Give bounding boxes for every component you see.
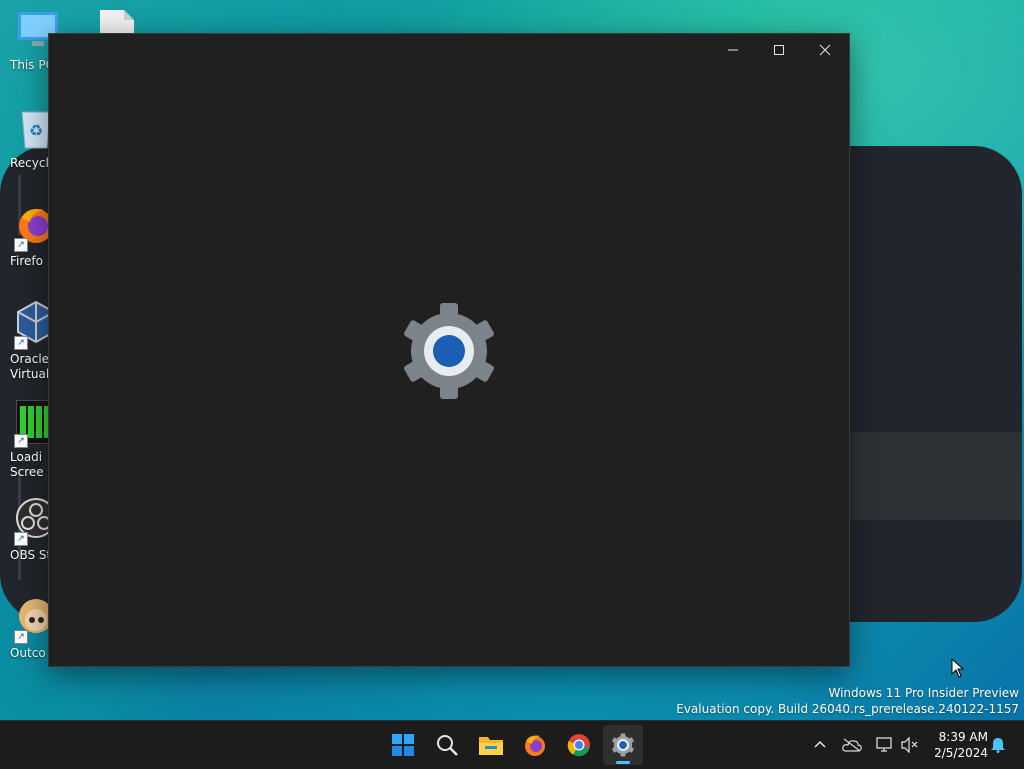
search-icon <box>437 735 458 756</box>
network-button[interactable] <box>872 733 896 757</box>
file-explorer-button[interactable] <box>471 725 511 765</box>
maximize-icon <box>774 45 784 55</box>
mouse-cursor-icon <box>951 657 965 678</box>
file-icon[interactable] <box>100 10 134 34</box>
minimize-icon <box>728 49 738 51</box>
chevron-up-icon <box>814 740 826 748</box>
firefox-icon <box>525 735 545 756</box>
onedrive-icon <box>842 738 862 752</box>
settings-window[interactable] <box>48 33 850 667</box>
notifications-button[interactable] <box>986 733 1010 757</box>
minimize-button[interactable] <box>710 34 756 66</box>
taskbar: 8:39 AM 2/5/2024 <box>0 720 1024 769</box>
watermark-line-1: Windows 11 Pro Insider Preview <box>828 686 1019 700</box>
evaluation-watermark: Windows 11 Pro Insider Preview Evaluatio… <box>676 685 1019 717</box>
background-window-band <box>848 432 1022 520</box>
close-icon <box>819 44 831 56</box>
active-app-indicator <box>616 761 630 764</box>
start-button[interactable] <box>383 725 423 765</box>
settings-taskbar-button[interactable] <box>603 725 643 765</box>
show-hidden-icons-button[interactable] <box>808 733 832 757</box>
maximize-button[interactable] <box>756 34 802 66</box>
search-button[interactable] <box>427 725 467 765</box>
volume-muted-icon <box>901 737 918 753</box>
file-explorer-icon <box>479 737 503 755</box>
clock[interactable]: 8:39 AM 2/5/2024 <box>924 729 988 761</box>
shortcut-arrow-icon: ↗ <box>14 630 28 644</box>
shortcut-arrow-icon: ↗ <box>14 532 28 546</box>
settings-gear-icon <box>399 301 499 401</box>
start-icon <box>392 734 414 756</box>
watermark-line-2: Evaluation copy. Build 26040.rs_prerelea… <box>676 702 1019 716</box>
firefox-taskbar-button[interactable] <box>515 725 555 765</box>
chrome-icon <box>567 734 590 757</box>
svg-text:♻: ♻ <box>29 121 43 140</box>
chrome-taskbar-button[interactable] <box>559 725 599 765</box>
clock-time: 8:39 AM <box>938 730 988 744</box>
shortcut-arrow-icon: ↗ <box>14 238 28 252</box>
settings-icon <box>612 733 634 757</box>
network-icon <box>876 737 892 752</box>
close-button[interactable] <box>802 34 848 66</box>
onedrive-button[interactable] <box>840 733 864 757</box>
clock-date: 2/5/2024 <box>934 746 988 760</box>
shortcut-arrow-icon: ↗ <box>14 434 28 448</box>
bell-icon <box>991 738 1005 753</box>
shortcut-arrow-icon: ↗ <box>14 336 28 350</box>
volume-button[interactable] <box>898 733 922 757</box>
